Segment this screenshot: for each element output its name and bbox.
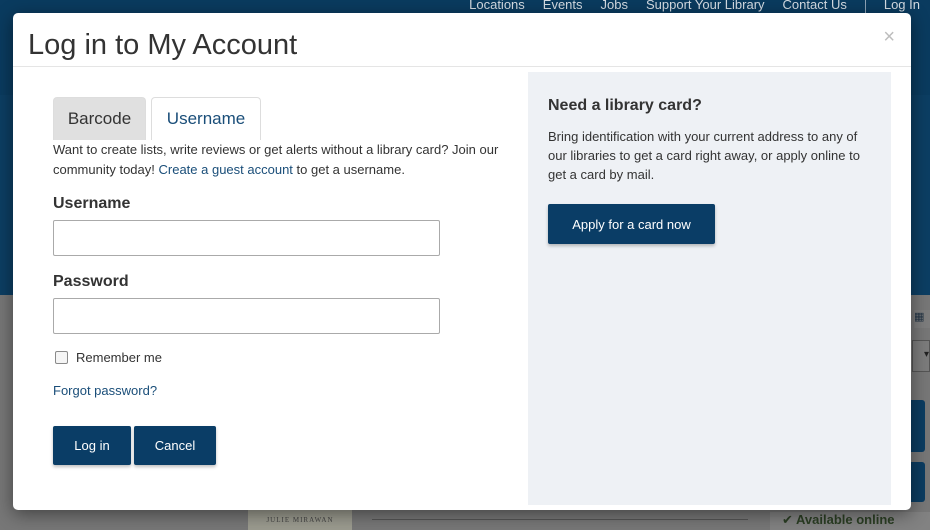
nav-login[interactable]: Log In [884, 0, 920, 12]
guest-account-link[interactable]: Create a guest account [159, 162, 293, 177]
remember-me[interactable]: Remember me [55, 350, 162, 365]
close-icon[interactable]: × [883, 27, 895, 47]
modal-header: Log in to My Account × [13, 13, 911, 67]
nav-locations[interactable]: Locations [469, 0, 525, 12]
nav-events[interactable]: Events [543, 0, 583, 12]
remember-label[interactable]: Remember me [76, 350, 162, 365]
grid-view-icon[interactable]: ▦ [914, 310, 930, 328]
password-label: Password [53, 273, 129, 290]
intro-text: Want to create lists, write reviews or g… [53, 140, 503, 180]
username-label: Username [53, 195, 131, 212]
sort-select[interactable]: ▾ [912, 340, 930, 372]
book-cover-text: JULIE MIRAWAN [266, 516, 334, 524]
panel-text: Bring identification with your current a… [548, 129, 860, 182]
nav-jobs[interactable]: Jobs [601, 0, 628, 12]
availability-status: ✔ Available online [770, 512, 930, 530]
tab-barcode[interactable]: Barcode [53, 97, 146, 140]
forgot-password-link[interactable]: Forgot password? [53, 383, 157, 398]
cancel-button[interactable]: Cancel [134, 426, 216, 465]
nav-divider [864, 0, 866, 13]
remember-checkbox[interactable] [55, 351, 68, 364]
background-nav: Locations Events Jobs Support Your Libra… [469, 0, 930, 14]
username-input[interactable] [53, 220, 440, 256]
divider [372, 519, 748, 520]
nav-support[interactable]: Support Your Library [646, 0, 765, 12]
tab-username[interactable]: Username [151, 97, 261, 140]
login-button[interactable]: Log in [53, 426, 131, 465]
availability-text: Available online [796, 512, 895, 527]
nav-contact[interactable]: Contact Us [783, 0, 847, 12]
intro-after: to get a username. [292, 162, 405, 177]
password-input[interactable] [53, 298, 440, 334]
login-tabs: Barcode Username [53, 97, 261, 140]
apply-card-button[interactable]: Apply for a card now [548, 204, 715, 244]
login-modal: Log in to My Account × Barcode Username … [13, 13, 911, 510]
modal-title: Log in to My Account [28, 29, 298, 61]
library-card-panel: Need a library card? Bring identificatio… [528, 72, 891, 505]
panel-title: Need a library card? [548, 97, 702, 114]
